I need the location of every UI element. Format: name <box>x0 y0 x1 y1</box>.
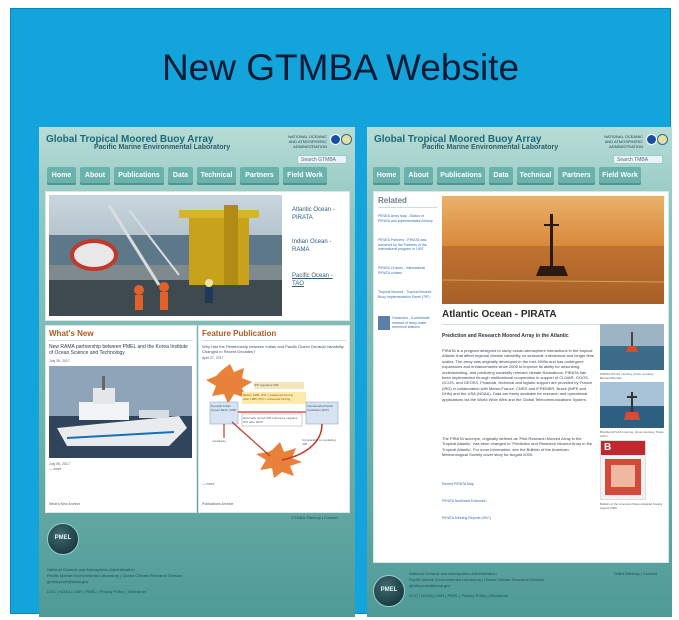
related-link-tip[interactable]: Tropical Moored - Tropical Moored Buoy I… <box>378 290 436 299</box>
pmel-logo-text: PMEL <box>380 587 398 593</box>
noaa-logo-icon <box>330 134 341 145</box>
pirata-buoy-photo <box>442 196 664 304</box>
nav-tab-field-work[interactable]: Field Work <box>599 167 641 185</box>
footer-policy-links[interactable]: DOC | NOAA | OAR | PMEL | Privacy Policy… <box>47 589 146 595</box>
noaa-text: NATIONAL OCEANIC AND ATMOSPHERIC ADMINIS… <box>604 134 643 149</box>
pmel-logo-text: PMEL <box>54 535 72 541</box>
footer-links[interactable]: TMBA Sitemap | Contact <box>613 571 657 577</box>
link-pirata-meeting-reports[interactable]: PIRATA Meeting Reports (SSC) <box>442 516 491 521</box>
pmel-logo[interactable]: PMEL <box>47 523 79 555</box>
region-link-pacific[interactable]: Pacific Ocean - TAO <box>292 272 346 288</box>
search-input[interactable]: Search TMBA <box>613 155 663 164</box>
main-nav: Home About Publications Data Technical P… <box>373 167 641 185</box>
page-subtitle: Prediction and Research Moored Array in … <box>442 333 569 339</box>
feature-publication-box: Feature Publication Why Has the Relation… <box>198 325 350 513</box>
noaa-logo-icon <box>646 134 657 145</box>
hero-box: Atlantic Ocean - PIRATA Indian Ocean - R… <box>45 191 350 321</box>
whats-new-date-2: July 05, 2017 <box>49 462 70 466</box>
whats-new-more-link[interactable]: — more <box>49 467 61 472</box>
related-link-cruises[interactable]: PIRATA Cruises - International PIRATA cr… <box>378 266 436 275</box>
body-paragraph-2: The PIRATA acronym, originally defined a… <box>442 436 593 458</box>
related-link-oceansites[interactable]: Oceanobs - A worldwide network of deep-w… <box>392 316 436 330</box>
link-recent-pirata-map[interactable]: Recent PIRATA Map <box>442 482 474 487</box>
feature-archive-link[interactable]: Publications Archive <box>202 502 233 507</box>
feature-more-link[interactable]: — more <box>202 482 214 487</box>
caption-3: Bulletin of the American Meteorological … <box>600 502 663 510</box>
hero-photo <box>49 195 282 316</box>
link-pirata-northeast-extension[interactable]: PIRATA Northeast Extension <box>442 499 486 504</box>
region-link-indian[interactable]: Indian Ocean - RAMA <box>292 238 346 254</box>
nav-tab-partners[interactable]: Partners <box>240 167 279 185</box>
site-subtitle: Pacific Marine Environmental Laboratory <box>422 144 559 151</box>
nav-tab-technical[interactable]: Technical <box>197 167 236 185</box>
feature-headline[interactable]: Why Has the Relationship between Indian … <box>202 344 346 354</box>
footer-links[interactable]: GTMBA Sitemap | Contact <box>291 515 338 521</box>
mooring-photo-1[interactable] <box>600 324 664 370</box>
noaa-text: NATIONAL OCEANIC AND ATMOSPHERIC ADMINIS… <box>288 134 327 149</box>
related-link-array-map[interactable]: PIRATA Array Map - Status of PIRATA and … <box>378 214 436 223</box>
nav-tab-data[interactable]: Data <box>489 167 513 185</box>
nav-tab-about[interactable]: About <box>404 167 433 185</box>
diagram-label-modulates: modulates <box>212 439 226 443</box>
nav-tab-about[interactable]: About <box>80 167 110 185</box>
body-paragraph-1: PIRATA is a program designed to study oc… <box>442 348 595 402</box>
whats-new-box: What's New New RAMA partnership between … <box>45 325 197 513</box>
bams-cover-image[interactable]: B <box>600 440 646 500</box>
feature-date: April 07, 2017 <box>202 356 224 360</box>
nav-tab-field-work[interactable]: Field Work <box>283 167 327 185</box>
whats-new-date: July 26, 2017 <box>49 359 70 363</box>
nav-tab-partners[interactable]: Partners <box>558 167 595 185</box>
diagram-label-comparable: Comparable to regulating IOB <box>302 438 336 446</box>
whats-new-headline[interactable]: New RAMA partnership between PMEL and th… <box>49 344 193 356</box>
slide-title: New GTMBA Website <box>161 47 520 88</box>
nav-tab-publications[interactable]: Publications <box>437 167 485 185</box>
ship-photo <box>49 366 192 458</box>
mooring-photo-2[interactable] <box>600 382 664 428</box>
pmel-logo[interactable]: PMEL <box>373 575 405 607</box>
caption-1: PIRATA ATLAS mooring, photo courtesy: Be… <box>600 372 655 380</box>
search-input[interactable]: Search GTMBA <box>297 155 347 164</box>
diagram-node-right: Interdecadal Pacific Oscillation (IPO) <box>307 404 334 412</box>
diagram-node-center: Externally forced IOB enhances negative … <box>243 416 298 424</box>
related-link-partners[interactable]: PIRATA Partners - PIRATA was launched by… <box>378 238 436 252</box>
content-box: Related PIRATA Array Map - Status of PIR… <box>373 191 669 563</box>
footer-email-link[interactable]: gtmba.pmel@noaa.gov <box>47 579 88 585</box>
divider <box>49 340 193 341</box>
main-nav: Home About Publications Data Technical P… <box>47 167 327 185</box>
diagram-node-mid: Before 1985, IPO = weakened forcing Afte… <box>243 393 294 401</box>
nav-tab-data[interactable]: Data <box>168 167 193 185</box>
pirata-page-screenshot: Global Tropical Moored Buoy Array Pacifi… <box>367 127 672 617</box>
nav-tab-publications[interactable]: Publications <box>114 167 164 185</box>
nav-tab-technical[interactable]: Technical <box>517 167 554 185</box>
page-title: Atlantic Ocean - PIRATA <box>442 309 557 320</box>
noaa-banner[interactable]: NATIONAL OCEANIC AND ATMOSPHERIC ADMINIS… <box>283 132 352 150</box>
doc-seal-icon <box>341 134 352 145</box>
related-heading: Related <box>378 196 407 205</box>
presentation-slide: New GTMBA Website Global Tropical Moored… <box>10 8 672 617</box>
diagram-node-top: IPO regulates IOB <box>254 383 279 387</box>
whats-new-archive-link[interactable]: What's New Archive <box>49 502 80 507</box>
region-link-atlantic[interactable]: Atlantic Ocean - PIRATA <box>292 206 346 222</box>
divider <box>378 207 438 208</box>
footer-policy-links[interactable]: DOC | NOAA | OAR | PMEL | Privacy Policy… <box>409 593 508 599</box>
whats-new-heading: What's New <box>49 329 94 338</box>
diagram-node-left: Decadal Indian Ocean Basin (IOB) <box>211 404 237 412</box>
feature-heading: Feature Publication <box>202 329 277 338</box>
doc-seal-icon <box>657 134 668 145</box>
caption-2: Brazilian ATLAS mooring, photo courtesy:… <box>600 430 664 438</box>
nav-tab-home[interactable]: Home <box>47 167 76 185</box>
footer-email-link[interactable]: gtmba.pmel@noaa.gov <box>409 583 450 589</box>
divider <box>202 340 346 341</box>
noaa-banner[interactable]: NATIONAL OCEANIC AND ATMOSPHERIC ADMINIS… <box>599 132 668 150</box>
gtmba-home-screenshot: Global Tropical Moored Buoy Array Pacifi… <box>39 127 355 617</box>
nav-tab-home[interactable]: Home <box>373 167 400 185</box>
site-subtitle: Pacific Marine Environmental Laboratory <box>94 144 231 151</box>
bams-cover-letter: B <box>604 442 612 453</box>
feature-diagram: IPO regulates IOB Before 1985, IPO = wea… <box>202 362 346 478</box>
oceansites-thumbnail[interactable] <box>378 316 390 330</box>
